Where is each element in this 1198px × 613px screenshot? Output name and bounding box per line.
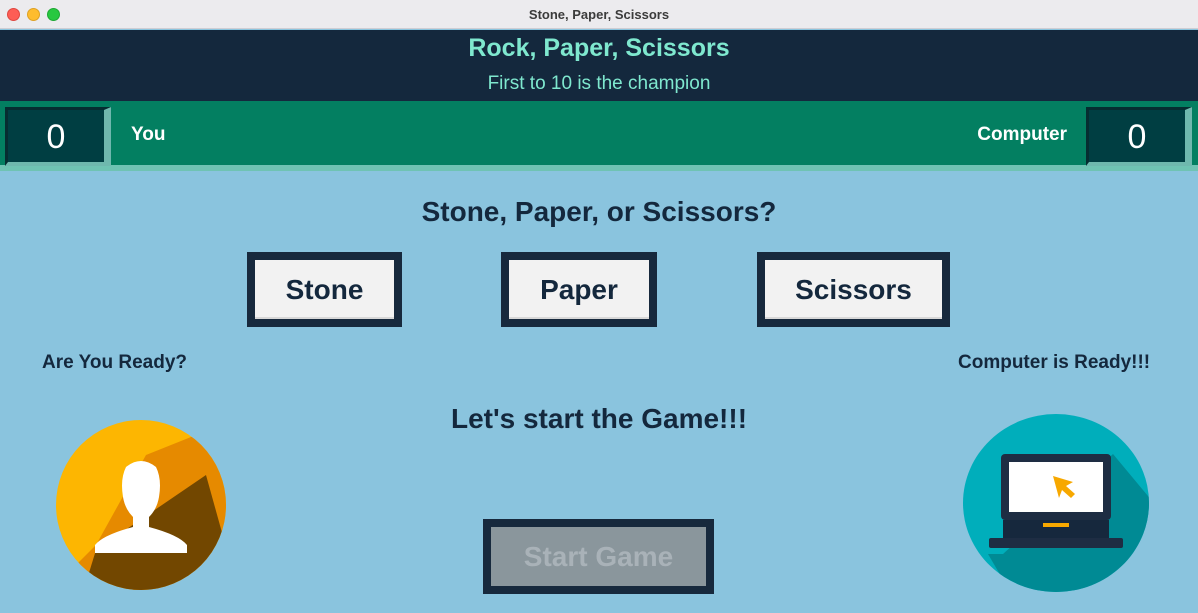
choice-question: Stone, Paper, or Scissors? xyxy=(421,196,777,227)
player-status: Are You Ready? xyxy=(42,352,188,373)
app-header: Rock, Paper, Scissors First to 10 is the… xyxy=(0,30,1198,101)
scoreboard-bar: 0 You Computer 0 xyxy=(0,101,1198,166)
start-game-button[interactable]: Start Game xyxy=(483,519,714,594)
player-label: You xyxy=(131,124,166,145)
app-title: Rock, Paper, Scissors xyxy=(468,34,730,62)
scoreboard: 0 You Computer 0 xyxy=(0,101,1198,171)
computer-status: Computer is Ready!!! xyxy=(958,352,1151,373)
app-subtitle: First to 10 is the champion xyxy=(487,73,711,94)
window-titlebar: Stone, Paper, Scissors xyxy=(0,0,1198,29)
paper-button[interactable]: Paper xyxy=(501,252,657,327)
laptop-icon xyxy=(963,414,1149,592)
scissors-button[interactable]: Scissors xyxy=(757,252,950,327)
user-icon xyxy=(56,420,226,590)
stone-button[interactable]: Stone xyxy=(247,252,402,327)
computer-score: 0 xyxy=(1086,107,1192,166)
computer-label: Computer xyxy=(977,124,1067,145)
player-score: 0 xyxy=(5,107,111,166)
window-title: Stone, Paper, Scissors xyxy=(528,7,670,22)
